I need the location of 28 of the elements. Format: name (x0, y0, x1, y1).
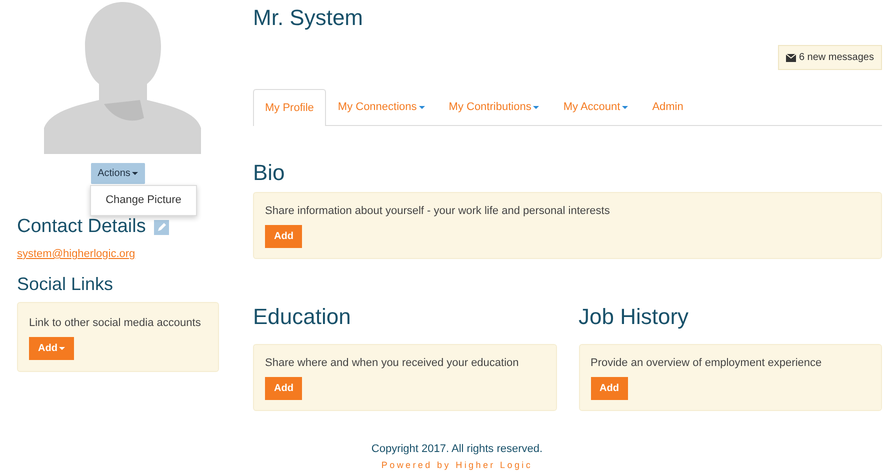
nav-tab[interactable]: My Profile (253, 89, 326, 126)
menu-item[interactable]: Change Picture (90, 189, 196, 212)
section-heading: Bio (253, 160, 286, 186)
powered-by-link[interactable]: Powered by Higher Logic (381, 459, 533, 472)
nav-tab[interactable]: Admin (640, 89, 696, 125)
add-button[interactable]: Add (265, 224, 302, 248)
section-heading: Social Links (17, 274, 114, 296)
nav-tab[interactable]: My Connections (326, 89, 437, 125)
edit-icon[interactable] (154, 220, 169, 235)
add-button[interactable]: Add (29, 337, 74, 360)
section-heading: Job History (578, 304, 690, 330)
messages-badge[interactable]: 6 new messages (778, 45, 882, 70)
add-button[interactable]: Add (265, 376, 302, 400)
envelope-icon (786, 54, 796, 62)
copyright-text: Copyright 2017. All rights reserved. (370, 442, 544, 457)
nav-tab[interactable]: My Contributions (436, 89, 552, 125)
messages-text: 6 new messages (798, 51, 874, 66)
add-button[interactable]: Add (590, 376, 628, 400)
section-heading: Education (253, 304, 352, 330)
actions-button[interactable]: Actions (90, 163, 146, 184)
email-link[interactable]: system@higherlogic.org (17, 246, 136, 262)
profile-name: Mr. System (253, 5, 364, 32)
panel-text: Provide an overview of employment experience (590, 356, 823, 372)
panel-text: Share where and when you received your education (265, 356, 520, 372)
nav-tab[interactable]: My Account (551, 89, 640, 125)
section-heading: Contact Details (17, 216, 146, 239)
panel-text: Link to other social media accounts (29, 316, 202, 331)
panel-text: Share information about yourself - your work life and personal interests (265, 204, 611, 220)
